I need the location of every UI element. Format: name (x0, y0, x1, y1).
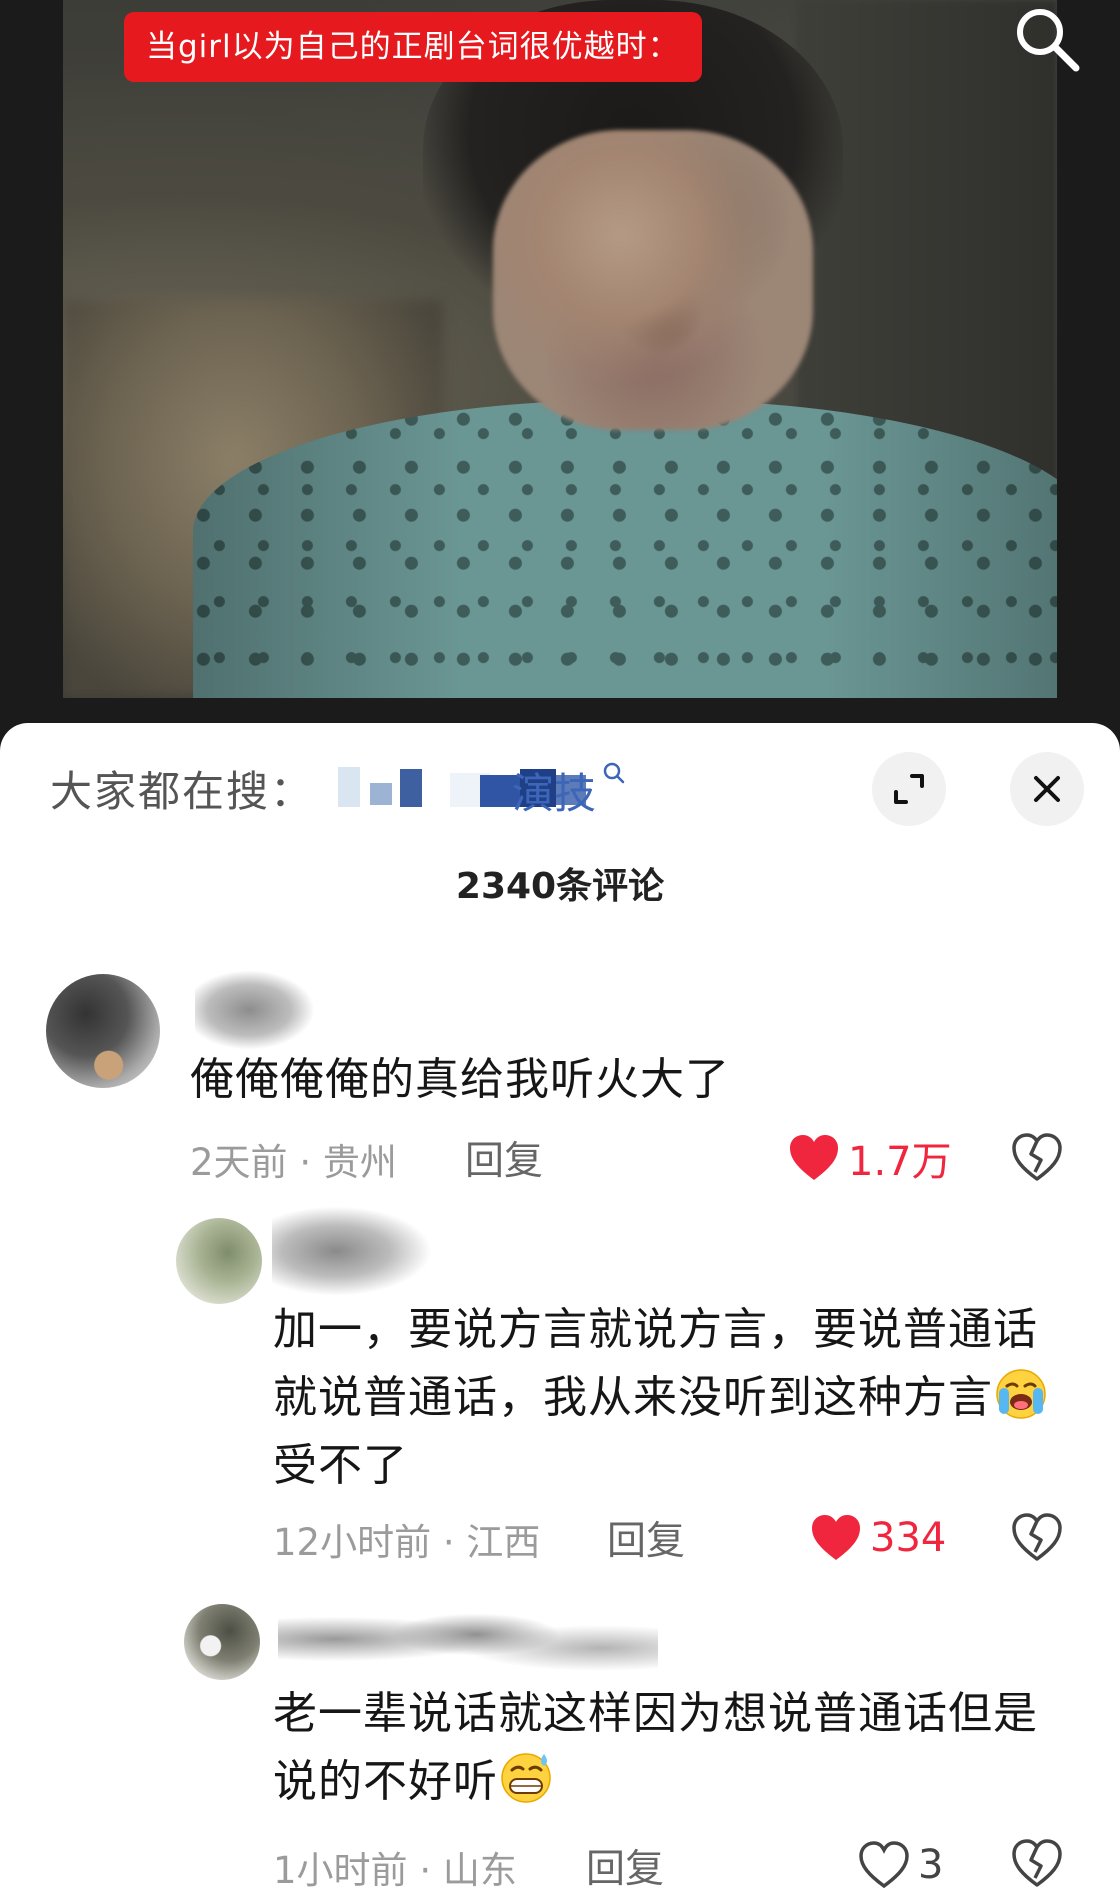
search-icon (603, 762, 625, 784)
like-count: 3 (918, 1842, 944, 1888)
comment-time: 12小时前 (273, 1521, 432, 1564)
like-button[interactable]: 1.7万 (788, 1128, 952, 1188)
comment-text: 加一，要说方言就说方言，要说普通话就说普通话，我从来没听到这种方言 受不了 (273, 1296, 1073, 1500)
close-icon (1034, 776, 1060, 802)
close-button[interactable] (1010, 752, 1084, 826)
comment-meta: 1小时前 · 山东 (273, 1840, 517, 1894)
reply-button[interactable]: 回复 (465, 1130, 543, 1186)
comment-item: 俺俺俺俺的真给我听火大了 2天前 · 贵州 回复 1.7万 (0, 960, 1120, 1200)
broken-heart-icon[interactable] (1011, 1838, 1063, 1890)
redacted-term-mosaic (330, 763, 500, 809)
comment-meta: 12小时前 · 江西 (273, 1512, 540, 1566)
video-player[interactable]: 当girl以为自己的正剧台词很优越时： (0, 0, 1120, 730)
avatar[interactable] (176, 1218, 262, 1304)
like-count: 1.7万 (848, 1139, 952, 1185)
comment-text-main: 加一，要说方言就说方言，要说普通话就说普通话，我从来没听到这种方言 (273, 1304, 1038, 1423)
reply-button[interactable]: 回复 (586, 1838, 664, 1894)
expand-button[interactable] (872, 752, 946, 826)
comment-time: 1小时前 (273, 1849, 408, 1892)
like-button[interactable]: 3 (858, 1835, 943, 1895)
comment-text: 老一辈说话就这样因为想说普通话但是说的不好听 (273, 1680, 1073, 1816)
blurred-face (493, 130, 813, 430)
comment-count: 2340条评论 (455, 866, 665, 907)
video-caption: 当girl以为自己的正剧台词很优越时： (124, 12, 702, 82)
broken-heart-icon[interactable] (1011, 1512, 1063, 1564)
like-count: 334 (870, 1515, 947, 1561)
username-redacted[interactable] (195, 970, 315, 1050)
heart-outline-icon (859, 1841, 909, 1889)
heart-icon (790, 1135, 838, 1180)
comment-location: 江西 (466, 1521, 541, 1564)
video-frame[interactable] (63, 0, 1057, 698)
avatar[interactable] (184, 1604, 260, 1680)
heart-icon (812, 1515, 860, 1560)
reply-item: 加一，要说方言就说方言，要说普通话就说普通话，我从来没听到这种方言 受不了 12… (0, 1200, 1120, 1580)
comment-location: 贵州 (322, 1141, 397, 1184)
meta-separator: · (442, 1521, 467, 1564)
meta-separator: · (299, 1141, 323, 1184)
hot-search-label: 大家都在搜： (50, 767, 315, 816)
comment-text-tail: 受不了 (273, 1440, 408, 1491)
search-icon (1017, 9, 1080, 72)
meta-separator: · (419, 1849, 443, 1892)
comment-location: 山东 (442, 1849, 517, 1892)
loudly-crying-face-emoji (996, 1369, 1046, 1419)
comment-text: 俺俺俺俺的真给我听火大了 (190, 1054, 730, 1105)
hot-search-term-text: 演技 (512, 769, 597, 818)
garment-shading (193, 400, 1057, 698)
comment-time: 2天前 (190, 1141, 288, 1184)
like-button[interactable]: 334 (810, 1508, 946, 1568)
reply-button[interactable]: 回复 (607, 1510, 685, 1566)
reply-item: 老一辈说话就这样因为想说普通话但是说的不好听 1小时前 · 山东 回复 3 (0, 1580, 1120, 1897)
username-redacted[interactable] (272, 1206, 432, 1296)
username-redacted[interactable] (278, 1594, 658, 1684)
avatar[interactable] (46, 974, 160, 1088)
expand-icon (894, 774, 924, 804)
search-button[interactable] (1010, 2, 1084, 76)
grinning-sweat-face-emoji (501, 1753, 551, 1803)
hot-search-term[interactable]: 演技 (330, 762, 700, 818)
comment-text-main: 老一辈说话就这样因为想说普通话但是说的不好听 (273, 1688, 1038, 1807)
comment-meta: 2天前 · 贵州 (190, 1132, 397, 1186)
broken-heart-icon[interactable] (1011, 1132, 1063, 1184)
